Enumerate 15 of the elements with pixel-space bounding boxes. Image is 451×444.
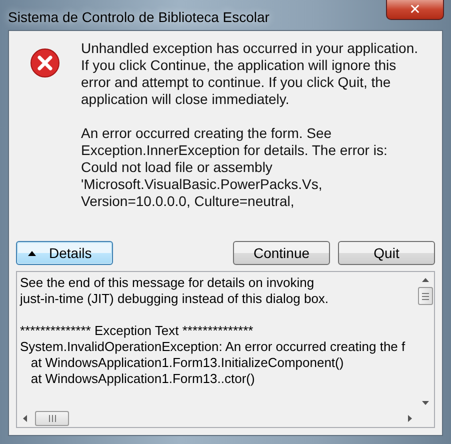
caret-icon (28, 250, 36, 256)
continue-button[interactable]: Continue (233, 241, 330, 265)
error-icon (30, 48, 60, 78)
details-text: ************** Exception Text ************** System.InvalidOperationException: An error occurred creating the f at WindowsApplication1.Form13.InitializeComponent() at WindowsApplication1.Form13..ctor() (20, 323, 406, 387)
quit-button[interactable]: Quit (338, 241, 435, 265)
window-title: Sistema de Controlo de Biblioteca Escolar (8, 9, 270, 25)
scroll-down-icon[interactable] (422, 401, 428, 405)
error-message: An error occurred creating the form. See Exception.InnerException for details. The error is: Could not load file or assembly 'Microsoft.VisualBasic.PowerPacks.Vs, Version=10.0.0.0, Culture=neutral, (81, 125, 388, 210)
details-button[interactable]: Details (16, 241, 113, 265)
error-message: Unhandled exception has occurred in your application. If you click Continue, the application will ignore this error and attempt to continue. If you click Quit, the application will close immediately. (81, 40, 418, 108)
close-button[interactable]: ✕ (386, 0, 444, 20)
scroll-right-icon[interactable] (408, 414, 412, 422)
scroll-up-icon[interactable] (422, 278, 428, 282)
details-text: See the end of this message for details on invoking just-in-time (JIT) debugging instead of this dialog box. (20, 275, 330, 307)
scroll-left-icon[interactable] (23, 414, 27, 422)
